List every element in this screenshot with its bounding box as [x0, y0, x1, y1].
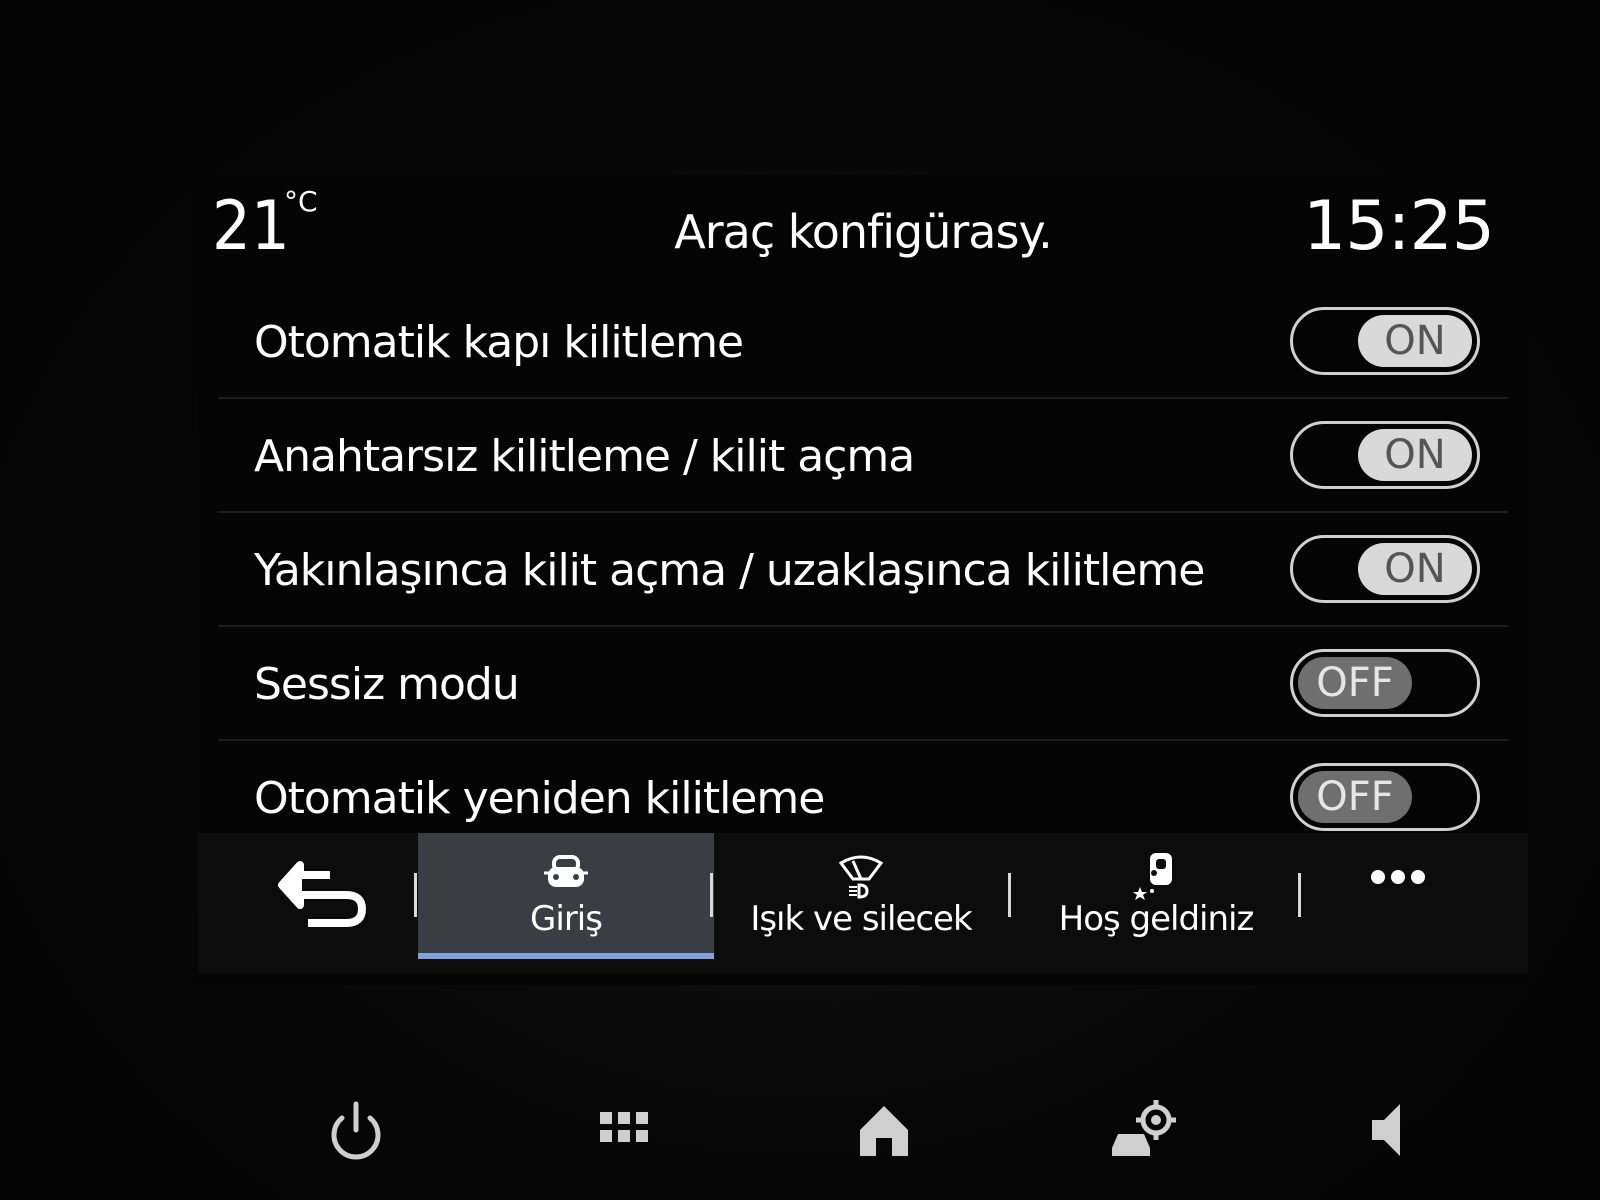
home-icon	[860, 1106, 908, 1156]
toggle-switch[interactable]: ON	[1290, 535, 1480, 603]
toggle-switch[interactable]: OFF	[1290, 763, 1480, 831]
toggle-switch[interactable]: OFF	[1290, 649, 1480, 717]
toggle-knob: OFF	[1298, 771, 1412, 823]
tab-label: Giriş	[530, 899, 603, 939]
apps-grid-icon	[600, 1112, 648, 1142]
setting-label: Otomatik kapı kilitleme	[254, 317, 744, 368]
tab-separator	[414, 873, 417, 917]
volume-icon	[1372, 1104, 1400, 1156]
tab-bar: Giriş Işık ve silecek Hoş geldiniz	[198, 833, 1528, 973]
more-button[interactable]	[1308, 833, 1488, 959]
bottom-dock	[0, 1060, 1600, 1200]
settings-list: Otomatik kapı kilitleme ON Anahtarsız ki…	[218, 285, 1508, 853]
tab-label: Hoş geldiniz	[1058, 899, 1255, 939]
setting-row-walkaway-lock[interactable]: Yakınlaşınca kilit açma / uzaklaşınca ki…	[218, 513, 1508, 627]
car-lock-icon	[542, 851, 590, 899]
car-settings-icon	[1112, 1100, 1176, 1156]
more-icon	[1368, 867, 1428, 891]
back-arrow-icon	[278, 861, 366, 927]
tab-giris[interactable]: Giriş	[418, 833, 714, 959]
setting-label: Anahtarsız kilitleme / kilit açma	[254, 431, 915, 482]
infotainment-screen: 21 °C Araç konfigürasy. 15:25 Otomatik k…	[198, 175, 1528, 985]
back-button[interactable]	[238, 853, 398, 939]
setting-label: Sessiz modu	[254, 659, 520, 710]
volume-button[interactable]	[1356, 1090, 1436, 1170]
setting-row-auto-door-lock[interactable]: Otomatik kapı kilitleme ON	[218, 285, 1508, 399]
welcome-icon	[1132, 851, 1180, 905]
clock: 15:25	[1303, 187, 1495, 266]
light-wiper-icon	[837, 851, 885, 903]
tab-light-wiper[interactable]: Işık ve silecek	[714, 833, 1008, 959]
tab-separator	[710, 873, 713, 917]
toggle-switch[interactable]: ON	[1290, 421, 1480, 489]
setting-label: Otomatik yeniden kilitleme	[254, 773, 825, 824]
status-bar: 21 °C Araç konfigürasy. 15:25	[198, 175, 1528, 285]
home-button[interactable]	[844, 1090, 924, 1170]
tab-separator	[1298, 873, 1301, 917]
power-icon	[331, 1101, 381, 1160]
toggle-knob: ON	[1358, 543, 1472, 595]
toggle-knob: ON	[1358, 315, 1472, 367]
power-button[interactable]	[316, 1090, 396, 1170]
setting-row-keyless-lock[interactable]: Anahtarsız kilitleme / kilit açma ON	[218, 399, 1508, 513]
setting-label: Yakınlaşınca kilit açma / uzaklaşınca ki…	[254, 545, 1205, 596]
toggle-knob: OFF	[1298, 657, 1412, 709]
setting-row-silent-mode[interactable]: Sessiz modu OFF	[218, 627, 1508, 741]
tab-welcome[interactable]: Hoş geldiniz	[1010, 833, 1302, 959]
car-settings-button[interactable]	[1104, 1090, 1184, 1170]
apps-button[interactable]	[584, 1090, 664, 1170]
toggle-knob: ON	[1358, 429, 1472, 481]
tab-label: Işık ve silecek	[750, 899, 972, 939]
toggle-switch[interactable]: ON	[1290, 307, 1480, 375]
